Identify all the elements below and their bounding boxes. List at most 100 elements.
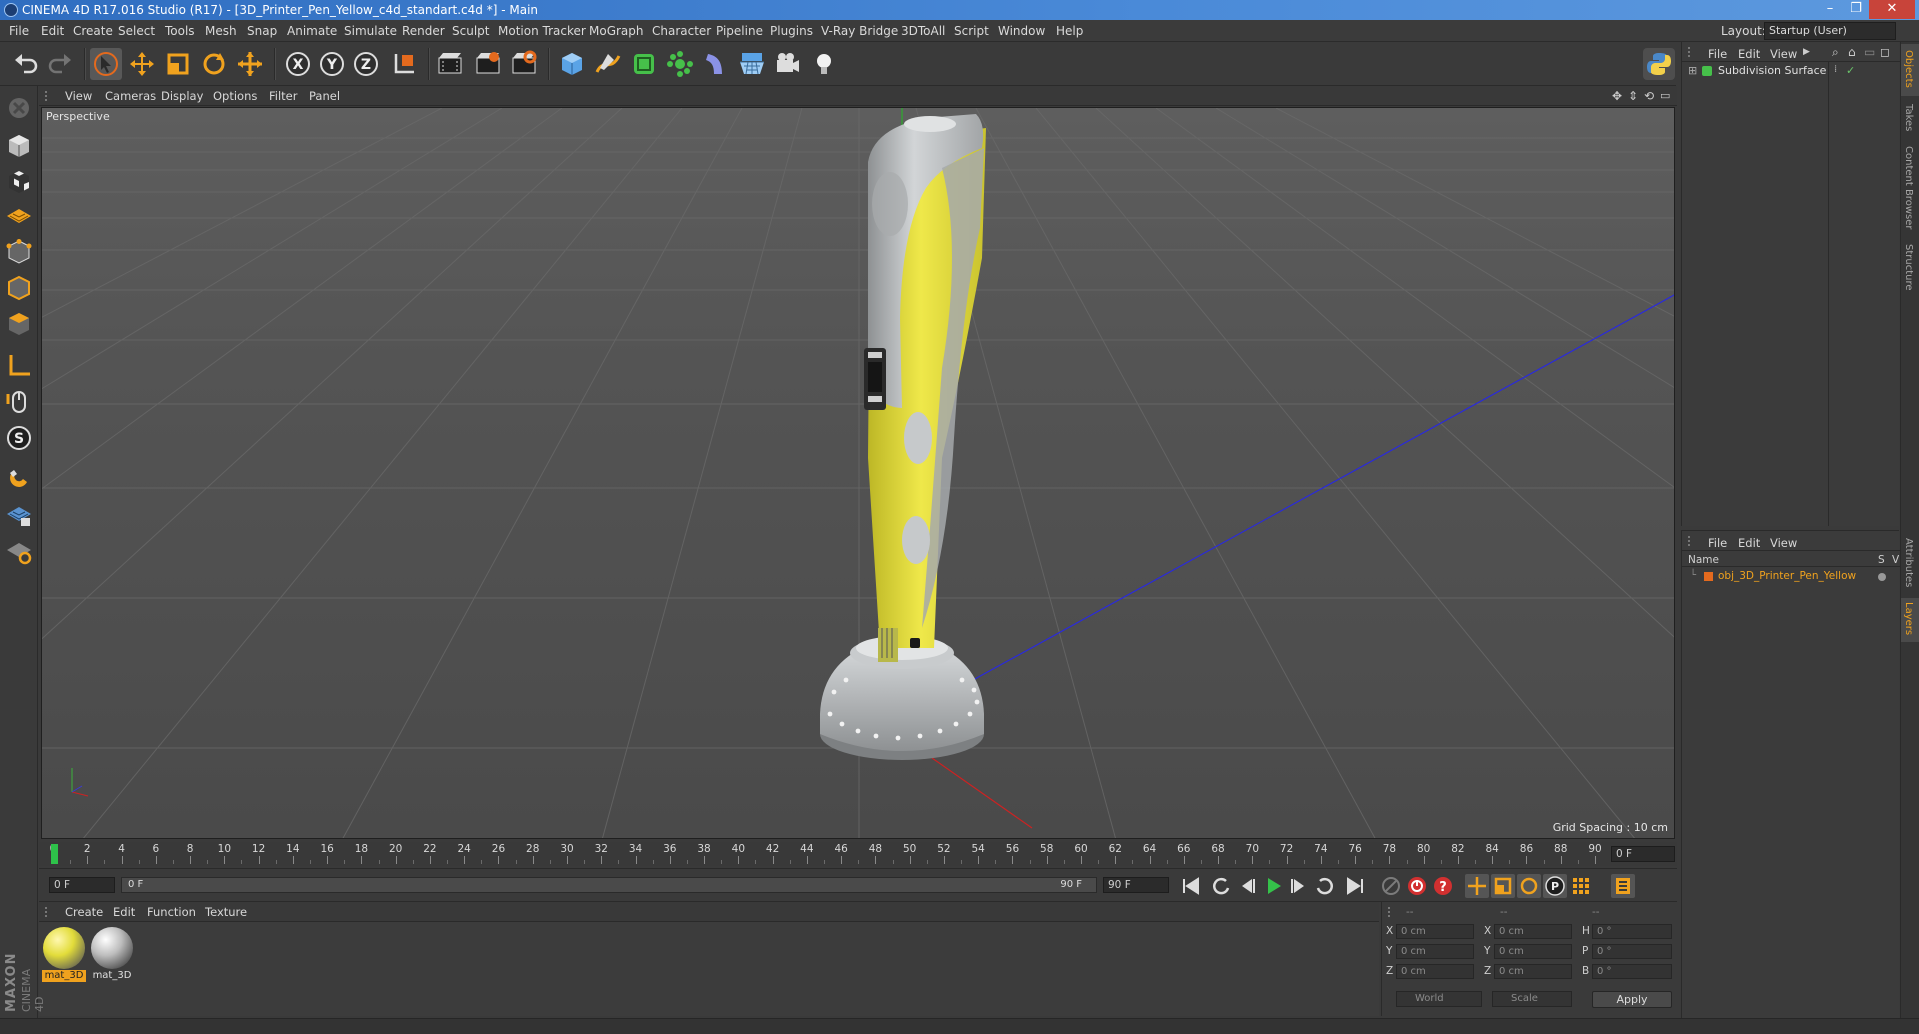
array-icon[interactable] — [664, 48, 696, 80]
tab-layers[interactable]: Layers — [1903, 602, 1914, 635]
menu-help[interactable]: Help — [1056, 24, 1083, 38]
viewport-menu-view[interactable]: View — [65, 89, 92, 103]
menu-script[interactable]: Script — [954, 24, 989, 38]
menu-motion-tracker[interactable]: Motion Tracker — [498, 24, 586, 38]
visibility-dots-icon[interactable]: ⁞ — [1834, 64, 1837, 75]
layer-solo-icon[interactable] — [1878, 573, 1886, 581]
undo-icon[interactable] — [10, 48, 42, 80]
autokey-icon[interactable]: ? — [1431, 874, 1455, 898]
key-rotation-icon[interactable] — [1517, 874, 1541, 898]
record-icon[interactable] — [1405, 874, 1429, 898]
material-menu-create[interactable]: Create — [65, 905, 103, 919]
scale-icon[interactable] — [162, 48, 194, 80]
camera-icon[interactable] — [772, 48, 804, 80]
size-mode-select[interactable]: Scale — [1492, 991, 1572, 1007]
render-picture-viewer-icon[interactable] — [472, 48, 504, 80]
live-select-icon[interactable] — [234, 48, 266, 80]
tab-takes[interactable]: Takes — [1903, 104, 1914, 131]
menu-3dtoall[interactable]: 3DToAll — [901, 24, 945, 38]
key-pla-icon[interactable] — [1569, 874, 1593, 898]
material-menu-texture[interactable]: Texture — [205, 905, 247, 919]
tab-attributes[interactable]: Attributes — [1903, 538, 1914, 587]
menu-character[interactable]: Character — [652, 24, 711, 38]
menu-simulate[interactable]: Simulate — [344, 24, 397, 38]
size-z-field[interactable]: 0 cm — [1494, 964, 1572, 979]
viewport-maximize-icon[interactable]: ▭ — [1660, 89, 1670, 102]
close-button[interactable]: ✕ — [1869, 0, 1915, 19]
rotation-h-field[interactable]: 0 ° — [1592, 924, 1672, 939]
cube-icon[interactable] — [556, 48, 588, 80]
menu-snap[interactable]: Snap — [247, 24, 277, 38]
perspective-viewport[interactable]: Perspective Grid Spacing : 10 cm — [41, 107, 1675, 839]
viewport-zoom-icon[interactable]: ⇕ — [1628, 89, 1638, 103]
menu-window[interactable]: Window — [998, 24, 1045, 38]
menu-render[interactable]: Render — [402, 24, 445, 38]
menu-mograph[interactable]: MoGraph — [589, 24, 644, 38]
object-menu-view[interactable]: View — [1770, 47, 1797, 61]
size-y-field[interactable]: 0 cm — [1494, 944, 1572, 959]
menu-vray-bridge[interactable]: V-Ray Bridge — [821, 24, 898, 38]
move-icon[interactable] — [126, 48, 158, 80]
position-y-field[interactable]: 0 cm — [1396, 944, 1474, 959]
panel-maximize-icon[interactable]: ◻ — [1880, 45, 1890, 59]
python-icon[interactable] — [1643, 48, 1675, 80]
axis-mode-icon[interactable] — [3, 350, 35, 382]
viewport-menu-options[interactable]: Options — [213, 89, 257, 103]
polygons-mode-icon[interactable] — [3, 308, 35, 340]
tweak-mode-icon[interactable] — [3, 386, 35, 418]
material-swatch[interactable]: mat_3D — [42, 926, 86, 982]
playhead[interactable] — [51, 844, 58, 864]
printer-pen-model[interactable] — [820, 114, 986, 760]
floor-icon[interactable] — [736, 48, 768, 80]
magnet-icon[interactable] — [3, 464, 35, 496]
next-frame-icon[interactable] — [1287, 874, 1311, 898]
points-mode-icon[interactable] — [3, 236, 35, 268]
end-frame-field[interactable]: 90 F — [1103, 877, 1169, 893]
menu-plugins[interactable]: Plugins — [770, 24, 813, 38]
home-icon[interactable]: ⌂ — [1848, 45, 1856, 59]
position-z-field[interactable]: 0 cm — [1396, 964, 1474, 979]
viewport-rotate-icon[interactable]: ⟲ — [1644, 89, 1654, 103]
material-menu-edit[interactable]: Edit — [113, 905, 135, 919]
workplane-mode-icon[interactable] — [3, 200, 35, 232]
layer-menu-file[interactable]: File — [1708, 536, 1727, 550]
timeline-window-icon[interactable] — [1611, 874, 1635, 898]
play-forward-icon[interactable] — [1261, 874, 1285, 898]
key-position-icon[interactable] — [1465, 874, 1489, 898]
current-frame-field[interactable]: 0 F — [1611, 846, 1675, 862]
layer-color-icon[interactable] — [1704, 572, 1713, 581]
menu-create[interactable]: Create — [73, 24, 113, 38]
object-menu-file[interactable]: File — [1708, 47, 1727, 61]
tree-expand-icon[interactable]: ⊞ — [1688, 64, 1697, 77]
menu-mesh[interactable]: Mesh — [205, 24, 237, 38]
layer-row[interactable]: └ obj_3D_Printer_Pen_Yellow — [1682, 569, 1900, 585]
coordinate-system-icon[interactable] — [388, 48, 420, 80]
enabled-check-icon[interactable]: ✓ — [1846, 64, 1855, 77]
column-name-header[interactable]: Name — [1688, 554, 1719, 566]
layout-select[interactable]: Startup (User) — [1764, 22, 1896, 40]
go-to-end-icon[interactable] — [1343, 874, 1367, 898]
make-editable-icon[interactable] — [3, 92, 35, 124]
tab-content-browser[interactable]: Content Browser — [1903, 146, 1914, 229]
edit-render-settings-icon[interactable] — [508, 48, 540, 80]
keyframe-selection-icon[interactable] — [1379, 874, 1403, 898]
coordinate-mode-select[interactable]: World — [1396, 991, 1482, 1007]
next-key-icon[interactable] — [1313, 874, 1337, 898]
previous-frame-icon[interactable] — [1235, 874, 1259, 898]
menu-animate[interactable]: Animate — [287, 24, 337, 38]
snap-icon[interactable]: S — [3, 422, 35, 454]
panel-minimize-icon[interactable]: ▭ — [1864, 45, 1875, 59]
grid-rotate-icon[interactable] — [3, 536, 35, 568]
rotation-b-field[interactable]: 0 ° — [1592, 964, 1672, 979]
apply-button[interactable]: Apply — [1592, 991, 1672, 1008]
menu-edit[interactable]: Edit — [41, 24, 64, 38]
rotate-icon[interactable] — [198, 48, 230, 80]
texture-mode-icon[interactable] — [3, 166, 35, 198]
render-view-icon[interactable] — [434, 48, 466, 80]
frame-range-slider[interactable]: 0 F 90 F — [121, 877, 1097, 893]
workplane-lock-icon[interactable] — [3, 500, 35, 532]
previous-key-icon[interactable] — [1209, 874, 1233, 898]
pen-spline-icon[interactable] — [592, 48, 624, 80]
y-axis-icon[interactable]: Y — [316, 48, 348, 80]
material-swatch[interactable]: mat_3D — [90, 926, 134, 982]
